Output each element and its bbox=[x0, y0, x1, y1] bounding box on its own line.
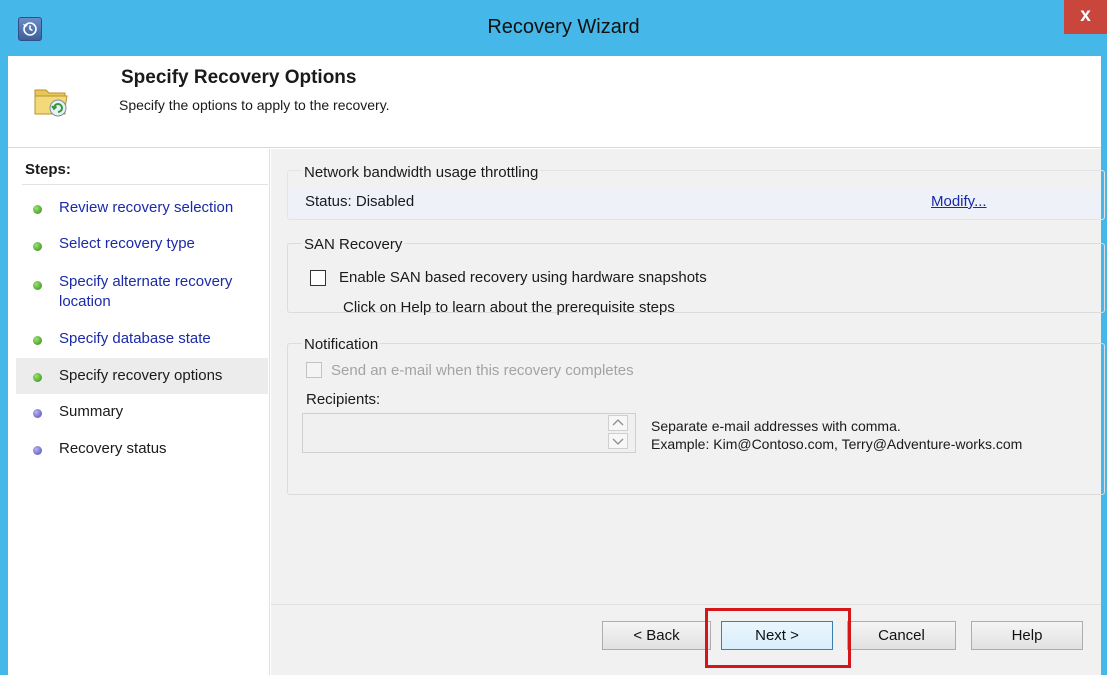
step-specify-recovery-options[interactable]: Specify recovery options bbox=[16, 358, 268, 394]
chevron-down-icon bbox=[612, 438, 624, 445]
page-title: Specify Recovery Options bbox=[121, 67, 357, 88]
close-icon: x bbox=[1080, 5, 1091, 26]
step-label: Specify recovery options bbox=[59, 367, 223, 384]
recipients-input[interactable] bbox=[302, 413, 636, 453]
chevron-up-icon bbox=[612, 419, 624, 426]
step-pending-icon bbox=[33, 446, 42, 455]
step-review-recovery-selection[interactable]: Review recovery selection bbox=[16, 190, 268, 226]
title-bar: Recovery Wizard x bbox=[0, 0, 1107, 56]
steps-heading: Steps: bbox=[25, 161, 71, 178]
notification-group-title: Notification bbox=[302, 336, 381, 353]
step-recovery-status[interactable]: Recovery status bbox=[16, 432, 268, 468]
modify-throttling-link[interactable]: Modify... bbox=[931, 193, 987, 210]
san-help-text: Click on Help to learn about the prerequ… bbox=[343, 299, 675, 316]
step-label: Select recovery type bbox=[59, 235, 195, 252]
step-completed-icon bbox=[33, 242, 42, 251]
step-specify-database-state[interactable]: Specify database state bbox=[16, 322, 268, 358]
step-label: Specify alternate recovery location bbox=[59, 273, 233, 310]
window-title: Recovery Wizard bbox=[487, 16, 640, 38]
recipients-label: Recipients: bbox=[306, 391, 381, 408]
step-label: Review recovery selection bbox=[59, 199, 234, 216]
step-specify-alternate-recovery-location[interactable]: Specify alternate recovery location bbox=[16, 264, 268, 314]
san-group-title: SAN Recovery bbox=[302, 236, 405, 253]
step-summary[interactable]: Summary bbox=[16, 395, 268, 431]
cancel-button[interactable]: Cancel bbox=[847, 621, 956, 650]
steps-panel: Steps: Review recovery selection Select … bbox=[8, 149, 270, 675]
step-select-recovery-type[interactable]: Select recovery type bbox=[16, 227, 268, 263]
recipients-hint-line2: Example: Kim@Contoso.com, Terry@Adventur… bbox=[651, 436, 1023, 452]
step-label: Summary bbox=[59, 403, 124, 420]
step-current-icon bbox=[33, 373, 42, 382]
step-pending-icon bbox=[33, 409, 42, 418]
step-completed-icon bbox=[33, 281, 42, 290]
san-recovery-checkbox-label: Enable SAN based recovery using hardware… bbox=[339, 269, 707, 286]
step-completed-icon bbox=[33, 336, 42, 345]
scroll-down-button[interactable] bbox=[608, 433, 628, 449]
wizard-header: Specify Recovery Options Specify the opt… bbox=[8, 56, 1101, 148]
step-label: Recovery status bbox=[59, 440, 167, 457]
network-group-title: Network bandwidth usage throttling bbox=[302, 164, 541, 181]
email-notification-checkbox[interactable] bbox=[306, 362, 322, 378]
san-recovery-checkbox[interactable] bbox=[310, 270, 326, 286]
step-label: Specify database state bbox=[59, 330, 211, 347]
steps-divider bbox=[22, 184, 268, 185]
step-completed-icon bbox=[33, 205, 42, 214]
close-button[interactable]: x bbox=[1064, 0, 1107, 34]
scroll-up-button[interactable] bbox=[608, 415, 628, 431]
recipients-hint-line1: Separate e-mail addresses with comma. bbox=[651, 418, 901, 434]
network-status-text: Status: Disabled bbox=[305, 193, 415, 210]
page-subtitle: Specify the options to apply to the reco… bbox=[119, 97, 390, 113]
folder-recovery-icon bbox=[33, 84, 71, 122]
next-button-highlight-box bbox=[705, 608, 851, 668]
back-button[interactable]: < Back bbox=[602, 621, 711, 650]
recipients-scrollbar[interactable] bbox=[608, 415, 633, 451]
email-notification-checkbox-label: Send an e-mail when this recovery comple… bbox=[331, 362, 634, 379]
help-button[interactable]: Help bbox=[971, 621, 1083, 650]
window-frame-left bbox=[0, 56, 8, 675]
